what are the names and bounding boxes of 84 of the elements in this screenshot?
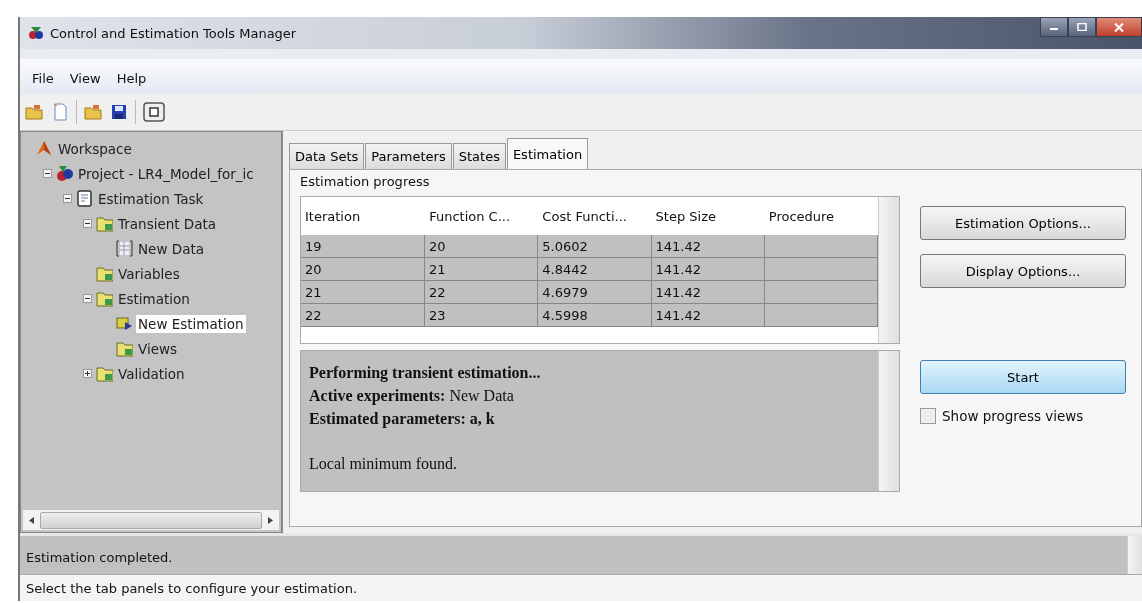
expand-toggle-icon[interactable] — [83, 369, 92, 378]
tab[interactable]: Data Sets — [289, 143, 365, 169]
table-cell: 21 — [425, 258, 539, 280]
log-line: Active experiments: New Data — [309, 386, 515, 407]
tab[interactable]: States — [452, 143, 506, 169]
options-button[interactable]: Estimation Options... — [920, 206, 1126, 240]
data-icon — [116, 240, 133, 257]
app-icon — [28, 25, 44, 41]
table-cell: 22 — [301, 304, 426, 326]
tree-item[interactable]: Transient Data — [116, 214, 219, 233]
task-icon — [76, 190, 93, 207]
column-header[interactable]: Step Size — [651, 208, 765, 224]
table-cell: 141.42 — [651, 281, 765, 303]
column-header[interactable]: Procedure — [764, 208, 878, 224]
project-icon — [56, 165, 73, 182]
page-icon — [51, 103, 69, 121]
tree-item[interactable]: Views — [136, 339, 180, 358]
tree-item[interactable]: Validation — [116, 364, 187, 383]
folder-icon — [96, 265, 113, 282]
table-cell: 4.8442 — [538, 258, 652, 280]
collapse-toggle-icon[interactable] — [63, 194, 72, 203]
log-line: Local minimum found. — [309, 454, 458, 474]
table-cell: 19 — [301, 235, 426, 257]
checkbox[interactable] — [920, 408, 936, 424]
frame-icon — [143, 102, 165, 122]
table-cell: 20 — [301, 258, 426, 280]
tree-item[interactable]: New Data — [136, 239, 206, 258]
maximize-button[interactable] — [1068, 17, 1096, 37]
folder-icon — [96, 290, 113, 307]
folder-icon — [96, 365, 113, 382]
tree-item[interactable]: Workspace — [56, 139, 134, 158]
close-icon — [1114, 22, 1124, 32]
left-arrow-icon[interactable] — [29, 516, 34, 524]
checkbox-label: Show progress views — [942, 408, 1084, 424]
table-cell: 20 — [425, 235, 539, 257]
maximize-icon — [1077, 23, 1087, 31]
menu-item[interactable]: View — [63, 69, 107, 88]
collapse-toggle-icon[interactable] — [43, 169, 52, 178]
tree-item[interactable]: Estimation — [116, 289, 192, 308]
estimation-icon — [116, 315, 133, 332]
folder-icon — [96, 215, 113, 232]
tree-item[interactable]: Variables — [116, 264, 182, 283]
right-arrow-icon[interactable] — [268, 516, 273, 524]
vertical-scrollbar[interactable] — [878, 197, 899, 343]
table-cell: 141.42 — [651, 304, 765, 326]
vertical-scrollbar[interactable] — [878, 351, 899, 491]
folder-icon — [116, 340, 133, 357]
toolbar-button[interactable] — [142, 101, 166, 123]
tab[interactable]: Parameters — [365, 143, 452, 169]
tree-item[interactable]: Estimation Task — [96, 189, 206, 208]
column-header[interactable]: Iteration — [301, 208, 426, 224]
collapse-toggle-icon[interactable] — [83, 219, 92, 228]
tab[interactable]: Estimation — [506, 138, 589, 169]
table-cell: 141.42 — [651, 258, 765, 280]
menu-item[interactable]: Help — [110, 69, 153, 88]
horizontal-scrollbar[interactable] — [23, 510, 279, 530]
vertical-scrollbar[interactable] — [1127, 536, 1142, 574]
log-line: Estimated parameters: a, k — [309, 409, 496, 430]
column-header[interactable]: Cost Functi... — [538, 208, 652, 224]
table-cell: 23 — [425, 304, 539, 326]
group-title: Estimation progress — [300, 174, 431, 189]
tree-item[interactable]: Project - LR4_Model_for_ic — [76, 164, 256, 183]
log-line: Performing transient estimation... — [309, 363, 542, 384]
options-button[interactable]: Display Options... — [920, 254, 1126, 288]
table-cell: 21 — [301, 281, 426, 303]
table-cell: 4.5998 — [538, 304, 652, 326]
log-line: Estimation completed. — [26, 550, 174, 565]
minimize-button[interactable] — [1040, 17, 1068, 37]
tree-item[interactable]: New Estimation — [136, 314, 246, 333]
column-header[interactable]: Function C... — [425, 208, 539, 224]
status-bar: Select the tab panels to configure your estimation. — [20, 574, 1142, 601]
collapse-toggle-icon[interactable] — [83, 294, 92, 303]
start-button[interactable]: Start — [920, 360, 1126, 394]
menu-item[interactable]: File — [26, 69, 60, 88]
table-cell: 4.6979 — [538, 281, 652, 303]
table-cell: 22 — [425, 281, 539, 303]
table-cell: 141.42 — [651, 235, 765, 257]
table-cell: 5.0602 — [538, 235, 652, 257]
window-title: Control and Estimation Tools Manager — [50, 25, 297, 41]
folder-icon — [84, 103, 102, 121]
toolbar-button[interactable] — [109, 102, 129, 122]
folder-icon — [25, 103, 43, 121]
close-button[interactable] — [1096, 17, 1142, 37]
cone-icon — [36, 140, 53, 157]
